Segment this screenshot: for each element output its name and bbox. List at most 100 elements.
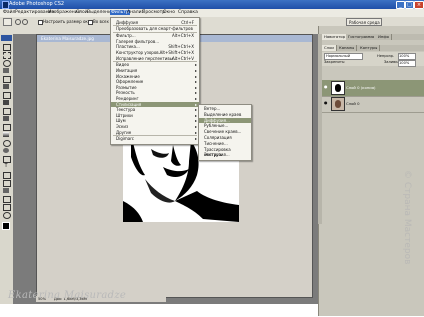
filter-menu-item[interactable]: Диффузия Ctrl+F (111, 20, 199, 26)
photoshop-logo-icon (1, 35, 12, 41)
stylize-menu-item[interactable]: Рубленые... (199, 123, 251, 129)
filter-menu-item[interactable]: Преобразовать для смарт-фильтров (111, 26, 199, 32)
zoom-out-icon[interactable] (22, 19, 28, 25)
tab-layers[interactable]: Слои (322, 45, 337, 51)
navigator-tab-bar: Навигатор Гистограмма Инфо (322, 34, 424, 40)
site-watermark: © Страна Мастеров (400, 170, 414, 310)
menu-item-label: Исправление перспективы... (116, 55, 177, 61)
fill-value: 100% (399, 60, 410, 65)
window-title: Adobe Photoshop CS2 (9, 1, 65, 7)
stylize-menu-item[interactable]: Диффузия... (199, 117, 251, 124)
gradient-tool-icon[interactable] (3, 132, 9, 137)
workspace-dropdown[interactable]: Рабочая среда (346, 18, 382, 26)
stylize-menu-item[interactable]: Ветер... (199, 106, 251, 112)
submenu-arrow-icon: ▸ (194, 136, 197, 142)
stylize-menu-item[interactable]: Свечение краев... (199, 129, 251, 135)
toolbox: T (0, 34, 14, 304)
blend-mode-select[interactable]: Нормальный (324, 53, 363, 60)
stylize-menu-item[interactable]: Соляризация (199, 135, 251, 141)
menu-file[interactable]: Файл (3, 10, 15, 15)
menu-item-label: Диффузия (116, 19, 139, 25)
stylize-menu-item[interactable]: Экструзия... (199, 152, 251, 158)
move-tool-icon[interactable] (3, 44, 11, 51)
maximize-button[interactable]: □ (405, 1, 414, 9)
visibility-eye-icon[interactable]: ● (324, 84, 329, 89)
submenu-arrow-icon: ▸ (194, 129, 197, 135)
minimize-button[interactable]: _ (396, 1, 405, 9)
all-windows-label: Во всех (93, 19, 109, 24)
blend-mode-value: Нормальный (326, 54, 351, 58)
close-button[interactable]: × (414, 1, 424, 9)
opacity-value: 100% (399, 54, 410, 58)
visibility-eye-icon[interactable]: ● (324, 100, 329, 105)
path-selection-tool-icon[interactable] (3, 172, 11, 179)
lock-label: Закрепить: (324, 60, 346, 64)
tab-navigator[interactable]: Навигатор (322, 34, 349, 40)
healing-brush-tool-icon[interactable] (3, 92, 11, 99)
layers-controls: Нормальный Непрозр. 100% Закрепить: Зали… (322, 52, 424, 67)
stylize-menu-item[interactable]: Выделение краев (199, 112, 251, 118)
document-title: Ekaterina Maisuradze.jpg (41, 36, 94, 41)
layer-thumbnail (331, 81, 345, 95)
menu-item-shortcut: Alt+Ctrl+V (172, 55, 194, 61)
slice-tool-icon[interactable] (3, 84, 9, 89)
magic-wand-tool-icon[interactable] (3, 68, 9, 73)
menu-window[interactable]: Окно (163, 10, 175, 15)
layer-thumbnail (331, 97, 345, 111)
menu-help[interactable]: Справка (178, 10, 198, 15)
author-signature: Ekaterina Maisuradze (8, 290, 127, 301)
menu-item-label: Свечение краев... (204, 129, 242, 135)
tab-channels[interactable]: Каналы (337, 45, 358, 51)
opacity-label: Непрозр. (377, 53, 395, 58)
workspace-label: Рабочая среда (349, 19, 380, 25)
filter-menu-item[interactable]: Другие ▸ (111, 130, 199, 136)
layers-tab-bar: Слои Каналы Контуры (322, 45, 424, 51)
crop-tool-icon[interactable] (3, 76, 11, 83)
layer-row[interactable]: ● Слой 0 (322, 96, 424, 113)
menu-item-label: Преобразовать для смарт-фильтров (116, 26, 193, 32)
watermark-text: © Страна Мастеров (402, 170, 412, 265)
pen-tool-icon[interactable] (3, 156, 11, 163)
menu-item-label: Экструзия... (204, 152, 230, 158)
zoom-in-icon[interactable] (15, 19, 21, 25)
marquee-tool-icon[interactable] (3, 52, 11, 59)
layer-name: Слой 0 (346, 101, 360, 106)
menu-item-label: Digimarc (116, 136, 134, 142)
menu-item-shortcut: Ctrl+F (181, 19, 194, 25)
tab-paths[interactable]: Контуры (358, 45, 381, 51)
layer-name: Слой 0 (копия) (346, 85, 376, 90)
filter-menu: Диффузия Ctrl+F Преобразовать для смарт-фи… (110, 17, 200, 145)
brush-tool-icon[interactable] (3, 100, 9, 105)
photoshop-app-icon (2, 1, 9, 9)
foreground-color-swatch[interactable] (2, 222, 10, 230)
menu-item-label: Тиснение... (204, 140, 228, 146)
blur-tool-icon[interactable] (3, 140, 11, 147)
tab-info[interactable]: Инфо (376, 34, 392, 40)
menu-view[interactable]: Просмотр (142, 10, 165, 15)
menu-item-label: Диффузия... (204, 117, 230, 123)
fill-input[interactable]: 100% (398, 59, 416, 67)
eyedropper-tool-icon[interactable] (3, 196, 11, 203)
zoom-tool-preset-icon[interactable] (3, 18, 12, 26)
history-brush-tool-icon[interactable] (3, 116, 9, 121)
eraser-tool-icon[interactable] (3, 124, 11, 131)
stylize-menu-item[interactable]: Трассировка контура... (199, 147, 251, 158)
menu-item-label: Рубленые... (204, 123, 229, 129)
layer-row[interactable]: ● Слой 0 (копия) (322, 80, 424, 97)
zoom-tool-icon[interactable] (3, 212, 11, 219)
dodge-tool-icon[interactable] (3, 148, 9, 153)
type-tool-icon[interactable]: T (3, 164, 9, 169)
notes-tool-icon[interactable] (3, 188, 9, 193)
filter-menu-item[interactable]: Digimarc ▸ (111, 136, 199, 142)
menu-item-label: Выделение краев (204, 111, 242, 117)
lasso-tool-icon[interactable] (3, 60, 11, 67)
tab-histogram[interactable]: Гистограмма (346, 34, 378, 40)
shape-tool-icon[interactable] (3, 180, 11, 187)
clone-stamp-tool-icon[interactable] (3, 108, 11, 115)
title-bar: Adobe Photoshop CS2 _ □ × (0, 0, 424, 9)
stylize-menu-item[interactable]: Тиснение... (199, 141, 251, 147)
menu-layer[interactable]: Слой (76, 10, 88, 15)
filter-menu-item[interactable]: Исправление перспективы... Alt+Ctrl+V (111, 56, 199, 62)
menu-item-label: Ветер... (204, 106, 221, 111)
hand-tool-icon[interactable] (3, 204, 11, 211)
